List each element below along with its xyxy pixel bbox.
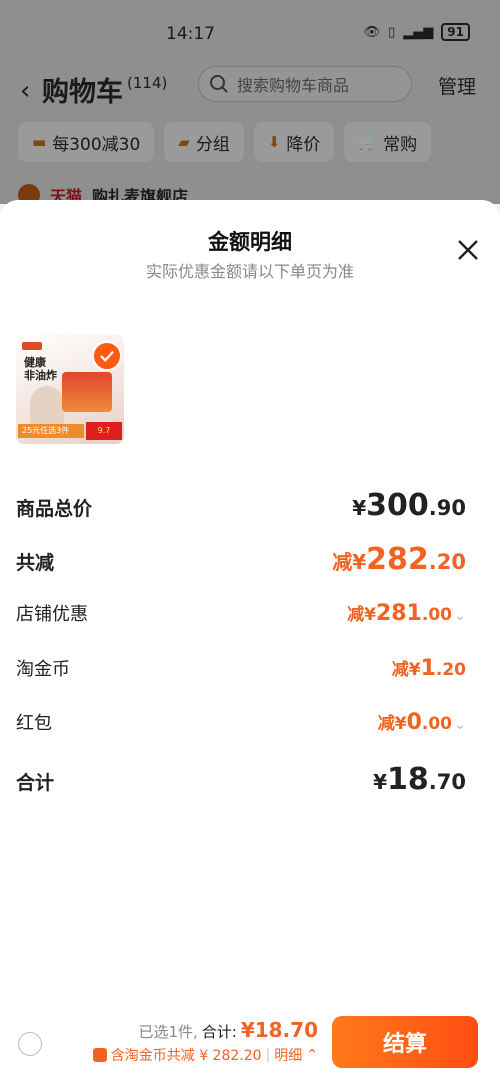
coin-discount-text: 含淘金币共减 ¥ 282.20	[110, 1048, 262, 1064]
row-label: 共减	[16, 552, 55, 574]
amount-int: 0	[406, 710, 422, 735]
row-amount: ¥18.70	[373, 762, 466, 797]
row-amount: 减¥1.20	[392, 655, 466, 681]
total-value: ¥18.70	[240, 1018, 318, 1042]
row-label: 红包	[16, 713, 52, 734]
chip-group[interactable]: ▰ 分组	[164, 122, 244, 162]
amount-int: 300	[366, 488, 429, 523]
back-icon[interactable]: ‹	[20, 76, 30, 106]
folder-icon: ▰	[178, 133, 190, 151]
vibrate-icon: ▯	[388, 24, 396, 40]
row-amount: 减¥281.00 ⌄	[347, 600, 466, 626]
selection-summary: 已选1件, 合计: ¥18.70	[138, 1018, 318, 1042]
cart-title: 购物车	[42, 77, 123, 108]
cart-icon: 🛒	[358, 133, 378, 151]
product-model	[30, 386, 64, 426]
currency: ¥	[352, 550, 367, 574]
manage-button[interactable]: 管理	[438, 72, 476, 99]
discount-prefix: 减	[377, 714, 395, 734]
chip-price-drop[interactable]: ⬇ 降价	[253, 122, 335, 162]
amount-int: 282	[366, 542, 429, 577]
battery-icon: 91	[441, 23, 470, 41]
row-total-discount: 共减 减¥282.20	[16, 542, 466, 577]
row-amount: ¥300.90	[352, 488, 466, 523]
chip-label: 每300减30	[52, 134, 141, 155]
product-slogan-line2: 非油炸	[24, 369, 57, 382]
total-label: 合计:	[201, 1023, 237, 1041]
chip-label: 常购	[383, 134, 418, 155]
signal-icon: ▂▄▆	[403, 24, 434, 40]
product-slogan-line1: 健康	[24, 356, 46, 369]
currency: ¥	[364, 605, 376, 625]
chip-label: 分组	[195, 134, 230, 155]
row-amount: 减¥0.00 ⌄	[378, 709, 466, 735]
cart-search-input[interactable]: 搜索购物车商品	[198, 66, 412, 102]
cart-page-background: ‹ 购物车 (114) 搜索购物车商品 管理 ▬ 每300减30 ▰ 分组 ⬇ 降价 …	[0, 64, 500, 206]
brand-logo	[22, 342, 42, 350]
row-label: 店铺优惠	[16, 604, 88, 625]
product-promo: 25元任选3件	[18, 424, 84, 438]
selected-count: 已选1件,	[138, 1023, 198, 1041]
status-icons: 👁 ▯ ▂▄▆ 91	[364, 23, 470, 41]
status-bar: 14:17 👁 ▯ ▂▄▆ 91	[0, 0, 500, 64]
checkout-button[interactable]: 结算	[332, 1016, 478, 1068]
product-price-tag: 9.7	[86, 422, 122, 440]
chevron-down-icon[interactable]: ⌄	[454, 608, 466, 624]
cart-count: (114)	[127, 74, 168, 92]
amount-int: 18	[387, 762, 429, 797]
amount-dec: .00	[421, 605, 452, 625]
sheet-title: 金额明细	[208, 230, 292, 254]
row-red-packet[interactable]: 红包 减¥0.00 ⌄	[16, 709, 466, 735]
row-grand-total: 合计 ¥18.70	[16, 762, 466, 797]
eye-icon: 👁	[363, 24, 381, 40]
check-icon[interactable]	[92, 341, 122, 371]
close-icon[interactable]	[456, 238, 480, 262]
amount-dec: .90	[428, 496, 466, 520]
chip-discount[interactable]: ▬ 每300减30	[18, 122, 155, 162]
currency: ¥	[352, 496, 367, 520]
row-goods-total: 商品总价 ¥300.90	[16, 488, 466, 523]
chip-label: 降价	[286, 134, 321, 155]
filter-chips: ▬ 每300减30 ▰ 分组 ⬇ 降价 🛒 常购	[18, 122, 432, 162]
amount-dec: .20	[435, 660, 466, 680]
amount-dec: .70	[428, 770, 466, 794]
currency: ¥	[394, 714, 407, 734]
chevron-down-icon[interactable]: ⌄	[454, 717, 466, 733]
product-slogan: 健康 非油炸	[24, 356, 57, 382]
status-time: 14:17	[166, 24, 215, 44]
row-taojinbi: 淘金币 减¥1.20	[16, 655, 466, 681]
chip-frequent[interactable]: 🛒 常购	[344, 122, 432, 162]
sheet-subtitle: 实际优惠金额请以下单页为准	[145, 262, 354, 281]
amount-dec: .20	[428, 550, 466, 574]
detail-link[interactable]: 明细	[274, 1045, 302, 1065]
row-label: 淘金币	[16, 659, 70, 680]
amount-int: 1	[420, 656, 436, 681]
currency: ¥	[373, 770, 388, 794]
discount-prefix: 减	[347, 605, 365, 625]
currency: ¥	[408, 660, 421, 680]
search-icon	[210, 75, 228, 93]
chevron-up-icon[interactable]: ⌃	[306, 1047, 318, 1063]
coin-icon	[92, 1048, 107, 1062]
cart-header: ‹ 购物车 (114) 搜索购物车商品 管理	[0, 64, 500, 120]
amount-detail-sheet: 金额明细 实际优惠金额请以下单页为准 健康 非油炸 25元任选3件 9.7 商品总…	[0, 200, 500, 1010]
row-amount: 减¥282.20	[332, 542, 466, 577]
amount-dec: .00	[421, 714, 452, 734]
discount-prefix: 减	[332, 550, 353, 574]
row-label: 商品总价	[16, 498, 93, 520]
product-package	[62, 372, 112, 412]
discount-prefix: 减	[391, 660, 409, 680]
amount-int: 281	[375, 601, 422, 626]
arrow-down-icon: ⬇	[267, 133, 281, 151]
discount-summary[interactable]: 含淘金币共减 ¥ 282.20 | 明细 ⌃	[92, 1045, 318, 1065]
checkout-bar: 已选1件, 合计: ¥18.70 含淘金币共减 ¥ 282.20 | 明细 ⌃ …	[0, 1010, 500, 1085]
divider: |	[265, 1047, 271, 1063]
row-store-coupon[interactable]: 店铺优惠 减¥281.00 ⌄	[16, 600, 466, 626]
gift-icon: ▬	[32, 133, 47, 151]
search-placeholder: 搜索购物车商品	[237, 76, 350, 95]
row-label: 合计	[16, 772, 55, 794]
select-all-checkbox[interactable]	[18, 1032, 42, 1056]
